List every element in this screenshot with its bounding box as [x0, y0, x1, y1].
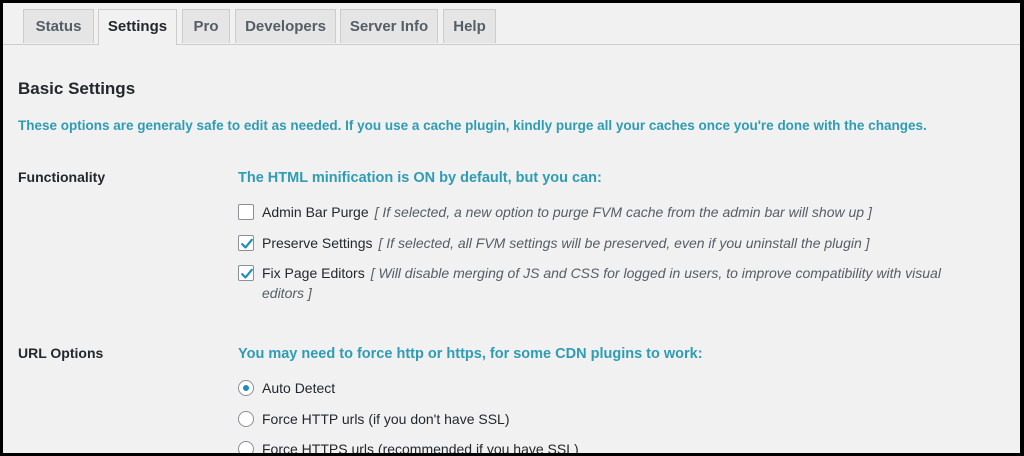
preserve-settings-option: Preserve Settings [ If selected, all FVM …	[238, 233, 983, 253]
tab-pro[interactable]: Pro	[182, 9, 230, 43]
settings-page: Status Settings Pro Developers Server In…	[3, 3, 1020, 453]
option-label: Admin Bar Purge	[262, 204, 369, 220]
section-heading: Basic Settings	[18, 79, 136, 98]
url-options-heading: You may need to force http or https, for…	[238, 346, 703, 362]
tab-status[interactable]: Status	[23, 9, 94, 43]
force-https-label: Force HTTPS urls (recommended if you hav…	[262, 441, 579, 453]
tab-help[interactable]: Help	[443, 9, 496, 43]
force-http-label: Force HTTP urls (if you don't have SSL)	[262, 411, 510, 427]
functionality-label: Functionality	[18, 169, 106, 185]
auto-detect-label: Auto Detect	[262, 380, 336, 396]
option-label: Preserve Settings	[262, 235, 373, 251]
tab-bar: Status Settings Pro Developers Server In…	[3, 3, 1020, 45]
tab-settings[interactable]: Settings	[98, 9, 177, 45]
admin-bar-purge-option: Admin Bar Purge [ If selected, a new opti…	[238, 202, 983, 222]
intro-text: These options are generaly safe to edit …	[18, 118, 927, 133]
option-label: Fix Page Editors	[262, 265, 365, 281]
tab-developers[interactable]: Developers	[235, 9, 336, 43]
url-options-label: URL Options	[18, 345, 104, 361]
option-hint: [ If selected, all FVM settings will be …	[378, 235, 870, 251]
option-hint: [ If selected, a new option to purge FVM…	[374, 204, 872, 220]
fix-page-editors-option: Fix Page Editors[ Will disable merging o…	[238, 263, 983, 303]
tab-server-info[interactable]: Server Info	[340, 9, 438, 43]
functionality-heading: The HTML minification is ON by default, …	[238, 170, 602, 186]
